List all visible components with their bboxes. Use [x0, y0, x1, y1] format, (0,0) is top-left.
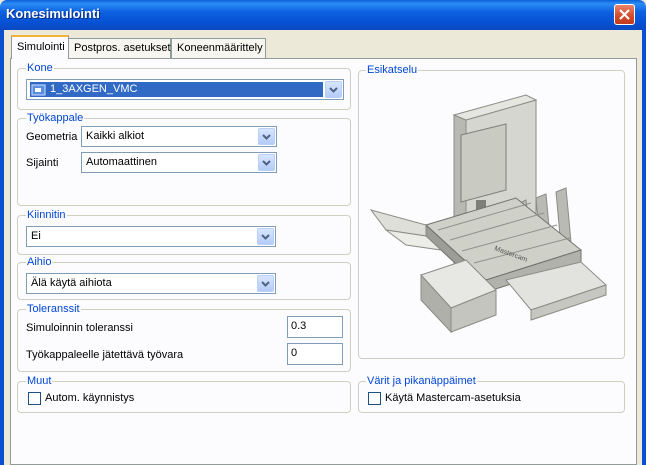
machine-preview-image: Mastercam [369, 94, 607, 334]
window-frame-right [642, 30, 646, 465]
geometria-select-value: Kaikki alkiot [86, 130, 145, 142]
machine-select[interactable]: 1_3AXGEN_VMC [26, 79, 344, 100]
sijainti-select[interactable]: Automaattinen [81, 152, 277, 173]
tab-koneenmaarittely[interactable]: Koneenmäärittely [171, 38, 266, 58]
sijainti-label: Sijainti [26, 157, 59, 169]
kiinnitin-select-value: Ei [31, 230, 41, 242]
esikatselu-group-label: Esikatselu [366, 64, 419, 76]
stock-allowance-label: Työkappaleelle jätettävä työvara [26, 349, 184, 361]
chevron-down-icon [261, 234, 270, 240]
window-title: Konesimulointi [6, 6, 100, 21]
geometria-select[interactable]: Kaikki alkiot [81, 126, 277, 147]
tab-postpros-asetukset[interactable]: Postpros. asetukset [68, 38, 171, 58]
machine-selection-highlight: 1_3AXGEN_VMC [30, 82, 323, 97]
simulation-tolerance-label: Simuloinnin toleranssi [26, 322, 133, 334]
chevron-down-icon [261, 281, 270, 287]
varit-group-label: Värit ja pikanäppäimet [366, 375, 477, 387]
machine-dropdown-button[interactable] [325, 81, 342, 98]
sijainti-select-value: Automaattinen [86, 156, 157, 168]
close-button[interactable] [614, 4, 635, 25]
muut-group-label: Muut [26, 375, 53, 387]
stock-allowance-input[interactable]: 0 [287, 343, 343, 365]
use-mastercam-settings-checkbox[interactable] [368, 392, 381, 405]
auto-start-label: Autom. käynnistys [45, 392, 135, 404]
dialog-window: Konesimulointi Simulointi Postpros. aset… [0, 0, 646, 465]
auto-start-checkbox[interactable] [28, 392, 41, 405]
geometria-dropdown-button[interactable] [258, 128, 275, 145]
simulation-tolerance-input[interactable]: 0.3 [287, 316, 343, 338]
kiinnitin-dropdown-button[interactable] [257, 228, 274, 245]
machine-icon [31, 84, 46, 96]
tab-simulointi[interactable]: Simulointi [11, 35, 69, 59]
machine-select-value: 1_3AXGEN_VMC [50, 83, 138, 95]
toleranssit-group-label: Toleranssit [26, 303, 81, 315]
sijainti-dropdown-button[interactable] [258, 154, 275, 171]
use-mastercam-settings-label: Käytä Mastercam-asetuksia [385, 392, 521, 404]
geometria-label: Geometria [26, 131, 78, 143]
aihio-dropdown-button[interactable] [257, 275, 274, 292]
title-bar[interactable]: Konesimulointi [0, 0, 646, 30]
tab-label: Simulointi [17, 41, 65, 53]
aihio-group-label: Aihio [26, 256, 53, 268]
chevron-down-icon [262, 134, 271, 140]
chevron-down-icon [262, 160, 271, 166]
tab-label: Koneenmäärittely [177, 42, 263, 54]
kiinnitin-group-label: Kiinnitin [26, 209, 67, 221]
close-icon [619, 9, 630, 20]
aihio-select[interactable]: Älä käytä aihiota [26, 273, 276, 294]
tyokappale-group-label: Työkappale [26, 112, 85, 124]
tab-label: Postpros. asetukset [74, 42, 171, 54]
aihio-select-value: Älä käytä aihiota [31, 277, 112, 289]
window-frame-left [0, 30, 4, 465]
kone-group-label: Kone [26, 62, 54, 74]
chevron-down-icon [329, 87, 338, 93]
kiinnitin-select[interactable]: Ei [26, 226, 276, 247]
